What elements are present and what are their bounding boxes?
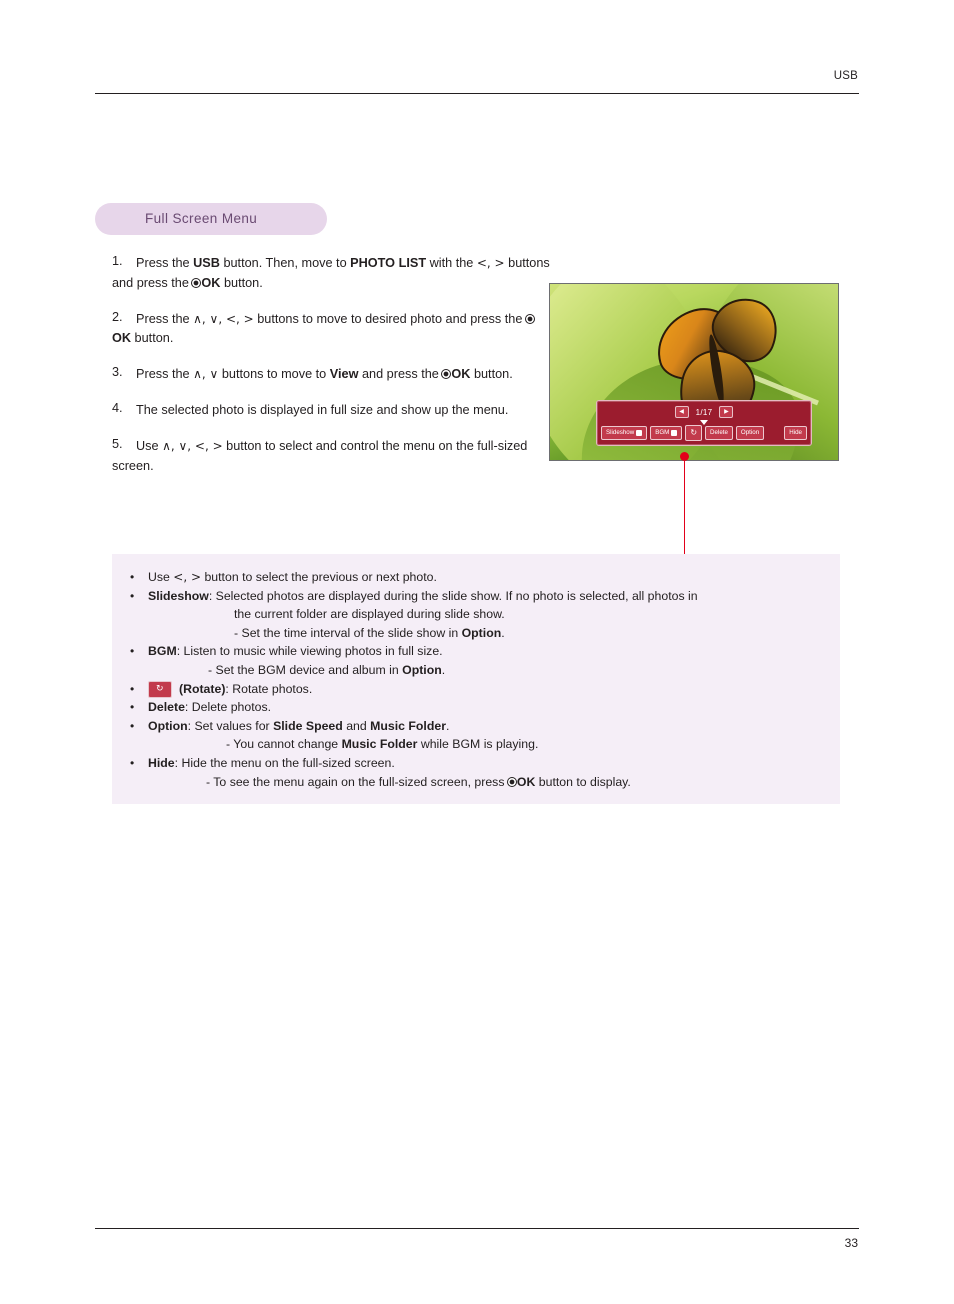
- step-text: The selected photo is displayed in full …: [136, 403, 509, 417]
- bullet-icon: •: [130, 570, 135, 584]
- note-text: Option: Set values for Slide Speed and M…: [148, 718, 539, 752]
- bullet-icon: •: [130, 718, 135, 733]
- list-item: • Option: Set values for Slide Speed and…: [130, 717, 822, 754]
- step-text: Press the USB button. Then, move to PHOT…: [112, 256, 550, 290]
- list-item: • Delete: Delete photos.: [130, 698, 822, 717]
- list-item: 1. Press the USB button. Then, move to P…: [112, 254, 552, 293]
- bullet-icon: •: [130, 644, 135, 659]
- list-item: • Hide: Hide the menu on the full-sized …: [130, 754, 822, 791]
- osd-bgm-button[interactable]: BGM: [650, 425, 683, 441]
- bullet-icon: •: [130, 755, 135, 770]
- page-number: 33: [844, 1236, 858, 1250]
- step-number: 3.: [112, 365, 123, 379]
- list-item: • ↻ (Rotate): Rotate photos.: [130, 680, 822, 699]
- list-item: 5. Use ∧, ∨, <, > button to select and c…: [112, 437, 552, 476]
- notes-panel: • Use <, > button to select the previous…: [112, 554, 840, 804]
- osd-option-label: Option: [740, 428, 760, 436]
- osd-bgm-label: BGM: [655, 428, 670, 436]
- note-text: Hide: Hide the menu on the full-sized sc…: [148, 755, 631, 789]
- note-text: ↻ (Rotate): Rotate photos.: [148, 680, 822, 699]
- list-item: • Slideshow: Selected photos are display…: [130, 587, 822, 643]
- bullet-icon: •: [130, 681, 135, 696]
- step-text: Press the ∧, ∨, <, > buttons to move to …: [112, 312, 535, 345]
- bullet-icon: •: [130, 588, 135, 603]
- full-screen-menu-osd: ◀ 1/17 ▶ Slideshow BGM ↻ Delete Option H…: [596, 400, 812, 446]
- header-section-label: USB: [833, 70, 858, 82]
- next-photo-icon[interactable]: ▶: [719, 406, 734, 418]
- osd-slideshow-button[interactable]: Slideshow: [601, 425, 648, 441]
- step-text: Press the ∧, ∨ buttons to move to View a…: [136, 367, 513, 381]
- note-text: BGM: Listen to music while viewing photo…: [148, 644, 446, 677]
- list-item: • BGM: Listen to music while viewing pho…: [130, 642, 822, 679]
- osd-button-row: Slideshow BGM ↻ Delete Option Hide: [601, 425, 807, 441]
- step-text: Use ∧, ∨, <, > button to select and cont…: [112, 439, 528, 473]
- osd-caret-icon: [700, 420, 708, 425]
- osd-rotate-button[interactable]: ↻: [685, 425, 703, 441]
- prev-photo-icon[interactable]: ◀: [674, 406, 689, 418]
- osd-delete-button[interactable]: Delete: [705, 425, 733, 441]
- numbered-steps-list: 1. Press the USB button. Then, move to P…: [112, 254, 552, 493]
- bullet-icon: •: [130, 700, 135, 715]
- osd-hide-button[interactable]: Hide: [784, 425, 807, 441]
- note-text: Use <, > button to select the previous o…: [148, 570, 437, 584]
- photo-counter: 1/17: [695, 407, 713, 417]
- osd-navigation-row: ◀ 1/17 ▶: [601, 404, 807, 420]
- step-number: 4.: [112, 401, 123, 415]
- step-number: 5.: [112, 437, 123, 451]
- tv-screen-illustration: ◀ 1/17 ▶ Slideshow BGM ↻ Delete Option H…: [549, 283, 839, 461]
- osd-hide-label: Hide: [789, 428, 802, 436]
- square-icon: [671, 430, 678, 436]
- list-item: 3. Press the ∧, ∨ buttons to move to Vie…: [112, 365, 552, 385]
- osd-slideshow-label: Slideshow: [606, 428, 635, 436]
- square-icon: [636, 430, 643, 436]
- osd-delete-label: Delete: [710, 428, 728, 436]
- footer-divider: [95, 1228, 859, 1229]
- list-item: • Use <, > button to select the previous…: [130, 568, 822, 587]
- list-item: 2. Press the ∧, ∨, <, > buttons to move …: [112, 310, 552, 349]
- rotate-icon: ↻: [690, 428, 698, 437]
- step-number: 1.: [112, 254, 123, 268]
- step-number: 2.: [112, 309, 123, 324]
- callout-line: [684, 457, 686, 561]
- list-item: 4. The selected photo is displayed in fu…: [112, 401, 552, 421]
- document-page: USB Full Screen Menu 1. Press the USB bu…: [0, 0, 954, 1304]
- section-title-text: Full Screen Menu: [145, 211, 258, 226]
- header-divider: [95, 93, 859, 94]
- osd-option-button[interactable]: Option: [735, 425, 765, 441]
- section-title-pill: Full Screen Menu: [95, 203, 327, 235]
- note-text: Slideshow: Selected photos are displayed…: [148, 588, 698, 640]
- note-text: Delete: Delete photos.: [148, 700, 272, 715]
